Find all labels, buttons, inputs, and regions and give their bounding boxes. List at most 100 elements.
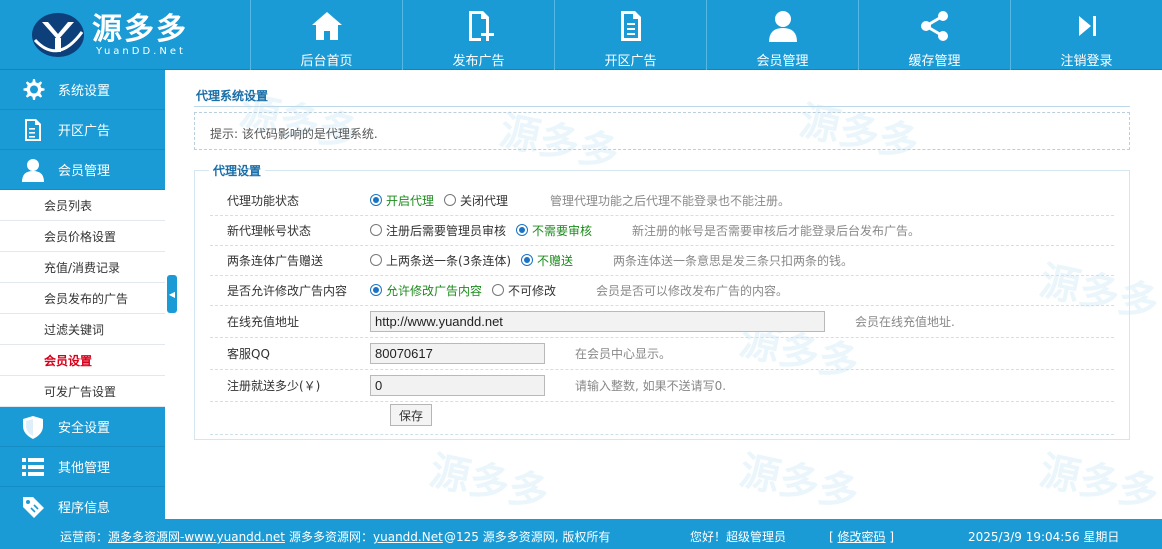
title-divider — [194, 106, 1130, 107]
radio-circle-icon — [370, 194, 382, 206]
field-label: 代理功能状态 — [227, 193, 300, 208]
form-row-new-agent-status: 新代理帐号状态 注册后需要管理员审核 不需要审核 新注册的帐号是否需要审核后才能… — [210, 215, 1114, 246]
signup-bonus-input[interactable] — [370, 375, 545, 396]
radio-disable-agent[interactable]: 关闭代理 — [444, 192, 508, 209]
sidebar-sub-filter-keywords[interactable]: 过滤关键词 — [0, 314, 165, 345]
watermark: 源多多 — [425, 447, 553, 518]
field-label: 客服QQ — [227, 347, 270, 361]
sidebar-item-members[interactable]: 会员管理 — [0, 150, 165, 190]
footer-site: 源多多资源网：yuandd.Net — [289, 528, 443, 545]
top-nav: 后台首页 发布广告 开区广告 会员管理 缓存管理 注销登录 — [250, 0, 1162, 70]
logo-subtitle: YuanDD.Net — [96, 45, 186, 57]
form-row-bundle-gift: 两条连体广告赠送 上两条送一条(3条连体) 不赠送 两条连体送一条意思是发三条只… — [210, 245, 1114, 276]
document-icon — [620, 11, 641, 41]
form-row-service-qq: 客服QQ 在会员中心显示。 — [210, 338, 1114, 370]
sidebar-sub-member-settings[interactable]: 会员设置 — [0, 345, 165, 376]
tip-box: 提示: 该代码影响的是代理系统. — [194, 112, 1130, 150]
shield-icon — [23, 415, 43, 439]
footer-copyright: @125 源多多资源网, 版权所有 — [444, 530, 611, 544]
user-icon — [22, 158, 44, 182]
footer-operator-link[interactable]: 源多多资源网-www.yuandd.net — [108, 530, 285, 544]
nav-server-ads[interactable]: 开区广告 — [554, 0, 706, 70]
nav-label: 缓存管理 — [908, 54, 961, 69]
radio-circle-icon — [370, 224, 382, 236]
sidebar-collapse-handle[interactable]: ◀ — [167, 275, 177, 313]
logo[interactable]: 源多多 YuanDD.Net — [0, 0, 250, 70]
form-row-agent-status: 代理功能状态 开启代理 关闭代理 管理代理功能之后代理不能登录也不能注册。 — [210, 185, 1114, 216]
form-row-signup-bonus: 注册就送多少(￥) 请输入整数, 如果不送请写0. — [210, 370, 1114, 402]
footer-operator-label: 运营商： — [60, 530, 109, 544]
service-qq-input[interactable] — [370, 343, 545, 364]
sidebar-item-label: 会员管理 — [58, 164, 111, 179]
field-label: 两条连体广告赠送 — [227, 253, 324, 268]
form-row-recharge-url: 在线充值地址 会员在线充值地址. — [210, 305, 1114, 338]
field-hint: 会员是否可以修改发布广告的内容。 — [596, 283, 789, 298]
radio-no-gift[interactable]: 不赠送 — [521, 252, 573, 269]
nav-label: 发布广告 — [452, 54, 505, 69]
form-row-allow-edit: 是否允许修改广告内容 允许修改广告内容 不可修改 会员是否可以修改发布广告的内容… — [210, 275, 1114, 306]
footer-site-link[interactable]: yuandd.Net — [373, 530, 443, 544]
top-header: 源多多 YuanDD.Net 后台首页 发布广告 开区广告 会员管理 缓存管理 … — [0, 0, 1162, 70]
field-hint: 在会员中心显示。 — [575, 347, 672, 361]
sidebar-item-system-settings[interactable]: 系统设置 — [0, 70, 165, 110]
sidebar-item-other[interactable]: 其他管理 — [0, 447, 165, 487]
sidebar-item-label: 系统设置 — [58, 84, 111, 99]
nav-label: 后台首页 — [300, 54, 353, 69]
change-password-link[interactable]: 修改密码 — [838, 530, 886, 544]
gear-icon — [23, 78, 45, 100]
radio-circle-icon — [370, 284, 382, 296]
nav-cache[interactable]: 缓存管理 — [858, 0, 1010, 70]
footer-change-password: [ 修改密码 ] — [829, 530, 895, 544]
sidebar-sub-ad-settings[interactable]: 可发广告设置 — [0, 376, 165, 407]
nav-label: 会员管理 — [756, 54, 809, 69]
radio-require-review[interactable]: 注册后需要管理员审核 — [370, 222, 506, 239]
radio-circle-icon — [444, 194, 457, 206]
sidebar-item-security[interactable]: 安全设置 — [0, 407, 165, 447]
radio-disallow-edit[interactable]: 不可修改 — [492, 282, 556, 299]
watermark: 源多多 — [735, 447, 863, 518]
main-content: 源多多 源多多 源多多 源多多 源多多 源多多 源多多 源多多 代理系统设置 提… — [180, 70, 1162, 519]
sidebar-item-server-ads[interactable]: 开区广告 — [0, 110, 165, 150]
radio-buy-two-get-one[interactable]: 上两条送一条(3条连体) — [370, 252, 511, 269]
tag-icon — [23, 496, 44, 518]
save-button[interactable]: 保存 — [390, 404, 432, 426]
agent-settings-section: 代理设置 代理功能状态 开启代理 关闭代理 管理代理功能之后代理不能登录也不能注… — [194, 162, 1130, 440]
sidebar-item-label: 安全设置 — [58, 421, 111, 436]
radio-no-review[interactable]: 不需要审核 — [516, 222, 592, 239]
footer-site-label: 源多多资源网： — [289, 530, 374, 544]
recharge-url-input[interactable] — [370, 310, 825, 332]
footer-operator: 运营商：源多多资源网-www.yuandd.net — [60, 528, 285, 545]
nav-members[interactable]: 会员管理 — [706, 0, 858, 70]
nav-home[interactable]: 后台首页 — [250, 0, 402, 70]
sidebar-item-label: 程序信息 — [58, 501, 111, 516]
radio-circle-icon — [492, 284, 505, 296]
logo-mark-icon — [30, 10, 86, 60]
sidebar-sub-recharge-records[interactable]: 充值/消费记录 — [0, 252, 165, 283]
page-title: 代理系统设置 — [196, 89, 269, 103]
form-row-actions — [210, 402, 1114, 435]
nav-label: 注销登录 — [1060, 54, 1113, 69]
radio-allow-edit[interactable]: 允许修改广告内容 — [370, 282, 482, 299]
radio-enable-agent[interactable]: 开启代理 — [370, 192, 434, 209]
sidebar-sub-member-price[interactable]: 会员价格设置 — [0, 221, 165, 252]
sidebar: 系统设置 开区广告 会员管理 会员列表 会员价格设置 充值/消费记录 会员发布的… — [0, 70, 165, 527]
user-icon — [768, 11, 797, 42]
field-hint: 新注册的帐号是否需要审核后才能登录后台发布广告。 — [632, 223, 921, 238]
add-document-icon — [468, 11, 494, 41]
sidebar-sub-member-ads[interactable]: 会员发布的广告 — [0, 283, 165, 314]
nav-publish-ad[interactable]: 发布广告 — [402, 0, 554, 70]
document-icon — [25, 118, 41, 141]
sidebar-item-label: 开区广告 — [58, 124, 111, 139]
footer-greeting: 您好！超级管理员 — [690, 530, 787, 544]
field-hint: 管理代理功能之后代理不能登录也不能注册。 — [550, 193, 791, 208]
field-label: 是否允许修改广告内容 — [227, 283, 348, 298]
nav-logout[interactable]: 注销登录 — [1010, 0, 1162, 70]
logout-icon — [1078, 16, 1096, 36]
footer: 运营商：源多多资源网-www.yuandd.net 源多多资源网：yuandd.… — [0, 519, 1162, 549]
sidebar-sub-list: 会员列表 会员价格设置 充值/消费记录 会员发布的广告 过滤关键词 会员设置 可… — [0, 190, 165, 407]
footer-datetime: 2025/3/9 19:04:56 星期日 — [968, 530, 1120, 544]
sidebar-item-label: 其他管理 — [58, 461, 111, 476]
share-icon — [920, 11, 948, 41]
watermark: 源多多 — [1035, 447, 1162, 518]
sidebar-sub-member-list[interactable]: 会员列表 — [0, 190, 165, 221]
